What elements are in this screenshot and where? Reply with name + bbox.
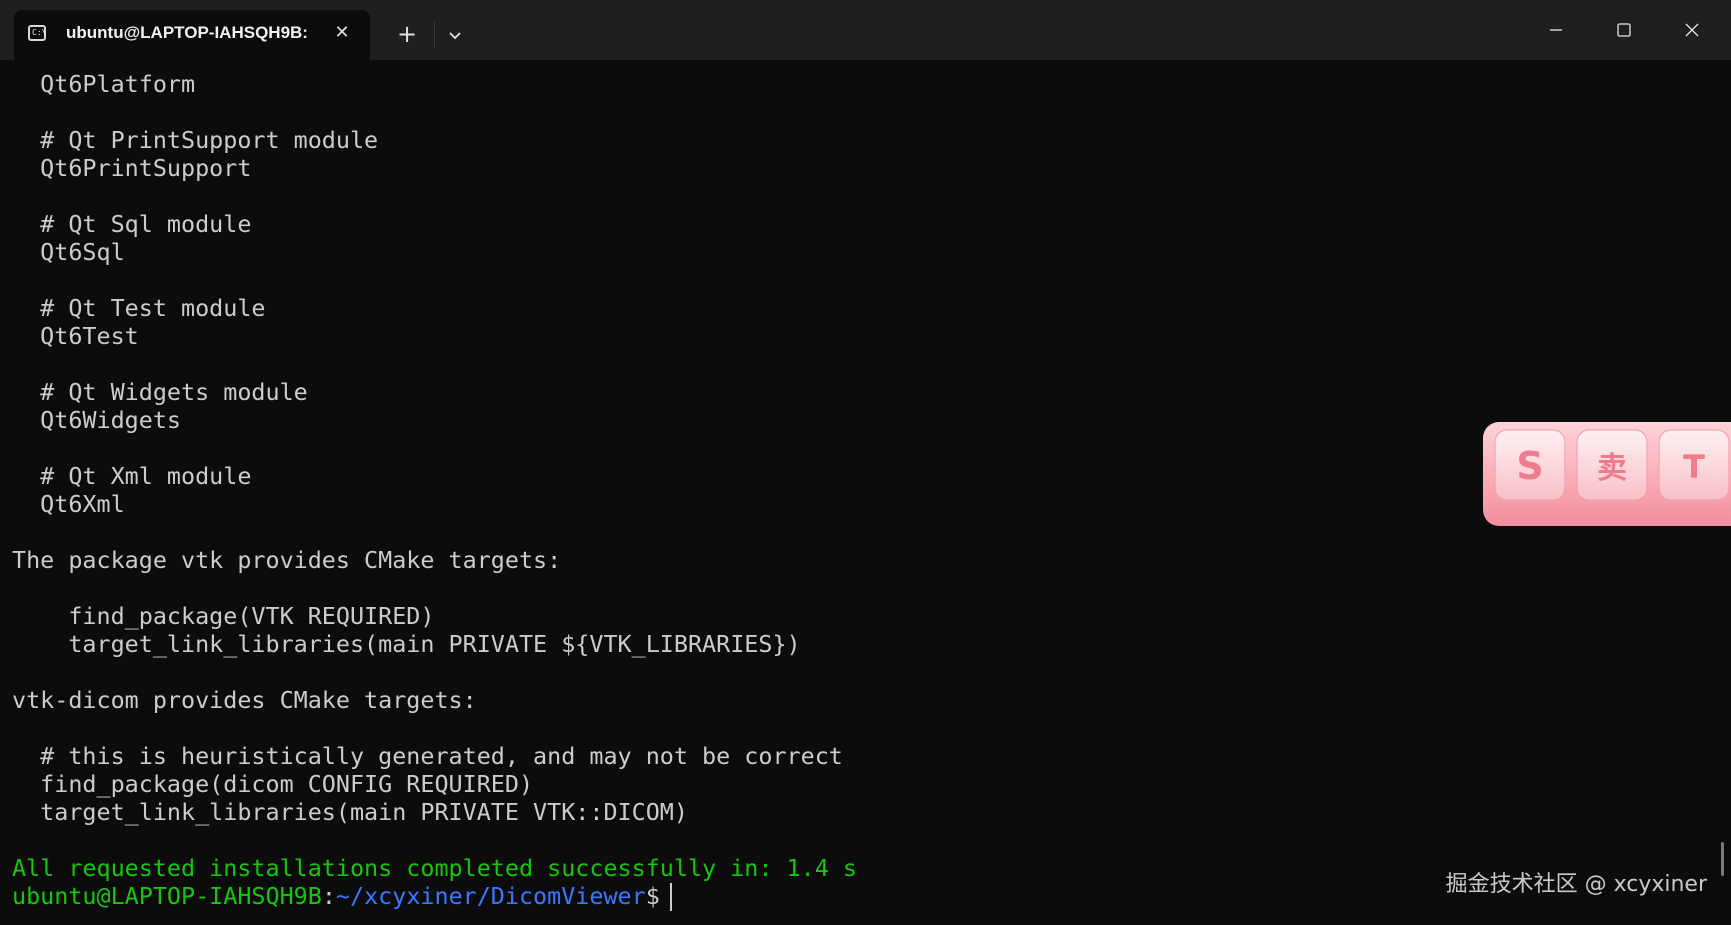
terminal-line: Qt6Test [12, 322, 139, 350]
tab-divider [434, 22, 435, 48]
tab-title: ubuntu@LAPTOP-IAHSQH9B: [66, 23, 308, 42]
terminal-line: Qt6PrintSupport [12, 154, 252, 182]
terminal-output[interactable]: Qt6Platform # Qt PrintSupport module Qt6… [12, 70, 1702, 920]
terminal-line: # Qt Sql module [12, 210, 252, 238]
minimize-icon[interactable] [1527, 0, 1585, 60]
terminal-icon-glyph: C:\ [32, 28, 47, 37]
chevron-down-icon[interactable] [440, 21, 470, 49]
terminal-line: find_package(dicom CONFIG REQUIRED) [12, 770, 534, 798]
terminal-line: vtk-dicom provides CMake targets: [12, 686, 477, 714]
terminal-line: # Qt Widgets module [12, 378, 308, 406]
text-cursor [670, 883, 672, 911]
terminal-line: The package vtk provides CMake targets: [12, 546, 562, 574]
success-message: All requested installations completed su… [12, 854, 857, 882]
scrollbar-thumb[interactable] [1721, 842, 1724, 876]
maximize-icon[interactable] [1595, 0, 1653, 60]
terminal-line: # Qt PrintSupport module [12, 126, 379, 154]
prompt-separator: : [321, 882, 336, 910]
terminal-icon: C:\ [28, 25, 46, 41]
terminal-line: find_package(VTK REQUIRED) [12, 602, 435, 630]
watermark-text: 掘金技术社区 @ xcyxiner [1445, 872, 1707, 897]
title-bar: C:\ ubuntu@LAPTOP-IAHSQH9B: ✕ + [0, 0, 1731, 60]
terminal-line: Qt6Sql [12, 238, 125, 266]
terminal-tab[interactable]: C:\ ubuntu@LAPTOP-IAHSQH9B: ✕ [14, 10, 370, 60]
terminal-line: target_link_libraries(main PRIVATE ${VTK… [12, 630, 801, 658]
sticker-key-mai: 卖 [1597, 451, 1627, 486]
keyboard-sticker-image: S 卖 T [1481, 420, 1731, 528]
sticker-key-t: T [1683, 448, 1705, 486]
terminal-line: target_link_libraries(main PRIVATE VTK::… [12, 798, 688, 826]
prompt-path: ~/xcyxiner/DicomViewer [335, 882, 646, 910]
close-icon[interactable]: ✕ [328, 19, 356, 47]
shell-prompt[interactable]: ubuntu@LAPTOP-IAHSQH9B:~/xcyxiner/DicomV… [12, 882, 674, 910]
close-icon[interactable] [1663, 0, 1721, 60]
terminal-line: # Qt Test module [12, 294, 266, 322]
sticker-key-s: S [1516, 444, 1543, 488]
plus-icon[interactable]: + [392, 19, 422, 49]
terminal-line: Qt6Xml [12, 490, 125, 518]
terminal-line: Qt6Platform [12, 70, 196, 98]
terminal-line: # Qt Xml module [12, 462, 252, 490]
prompt-user-host: ubuntu@LAPTOP-IAHSQH9B [12, 882, 322, 910]
terminal-line: # this is heuristically generated, and m… [12, 742, 843, 770]
terminal-line: Qt6Widgets [12, 406, 181, 434]
